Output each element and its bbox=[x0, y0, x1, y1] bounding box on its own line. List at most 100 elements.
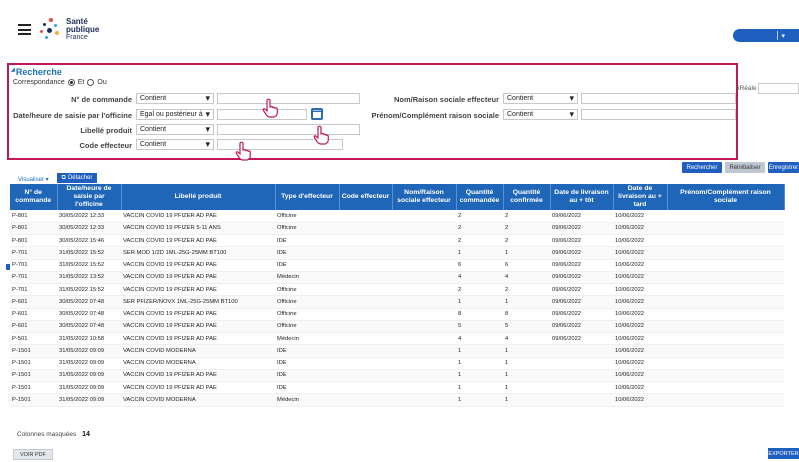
table-cell: 10/06/2022 bbox=[613, 259, 667, 272]
table-cell bbox=[339, 234, 392, 248]
colonnes-masquees-count[interactable]: 14 bbox=[82, 431, 90, 438]
table-cell: 09/06/2022 bbox=[550, 222, 613, 236]
table-cell: VACCIN COVID 19 PFIZER AD PAE bbox=[121, 308, 275, 321]
input-prenom-complement[interactable] bbox=[581, 109, 736, 120]
table-row[interactable]: P-1501 31/05/2022 09:09 VACCIN COVID MODER… bbox=[10, 393, 784, 407]
table-cell: 09/06/2022 bbox=[550, 283, 613, 297]
right-fragment-label: éRéale bbox=[736, 85, 757, 92]
detacher-button[interactable]: ⧉ Détacher bbox=[57, 173, 97, 183]
table-cell bbox=[667, 393, 784, 407]
operator-libelle-produit[interactable]: Contient bbox=[136, 124, 214, 135]
operator-nom-raison-sociale[interactable]: Contient bbox=[503, 93, 578, 104]
table-cell: 10/06/2022 bbox=[613, 320, 667, 334]
radio-ou-label: Ou bbox=[97, 79, 107, 86]
column-header[interactable]: Prénom/Complément raison sociale bbox=[667, 184, 785, 210]
table-row[interactable]: P-501 31/05/2022 10:58 VACCIN COVID 19 PFI… bbox=[10, 332, 784, 346]
table-row[interactable]: P-801 30/05/2022 12:33 VACCIN COVID 19 PFI… bbox=[10, 210, 784, 223]
table-cell bbox=[392, 357, 456, 370]
operator-prenom-complement[interactable]: Contient bbox=[503, 109, 578, 120]
column-header[interactable]: N° de commande bbox=[10, 184, 58, 210]
radio-et-label: Et bbox=[77, 79, 85, 86]
table-row[interactable]: P-1501 31/05/2022 09:09 VACCIN COVID 19 PF… bbox=[10, 369, 784, 383]
table-cell bbox=[392, 271, 456, 285]
input-numero-commande[interactable] bbox=[217, 93, 360, 104]
table-cell: 09/06/2022 bbox=[550, 246, 613, 260]
results-table: N° de commande Date/heure de saisie par l… bbox=[10, 184, 785, 407]
input-nom-raison-sociale[interactable] bbox=[581, 93, 736, 104]
column-header[interactable]: Quantité commandée bbox=[456, 184, 504, 210]
column-header[interactable]: Date de livraison au + tard bbox=[613, 184, 668, 210]
table-cell: P-601 bbox=[10, 308, 57, 321]
table-cell bbox=[392, 320, 456, 334]
table-cell: P-1501 bbox=[10, 381, 57, 395]
logo-dots-icon bbox=[40, 18, 62, 42]
table-cell bbox=[339, 246, 392, 260]
calendar-icon[interactable] bbox=[311, 108, 323, 120]
table-cell bbox=[339, 393, 392, 407]
table-row[interactable]: P-1501 31/05/2022 09:09 VACCIN COVID MODER… bbox=[10, 357, 784, 370]
column-header[interactable]: Quantité confirmée bbox=[503, 184, 551, 210]
table-cell bbox=[339, 210, 392, 223]
table-row[interactable]: P-701 31/05/2022 15:52 VACCIN COVID 19 PFI… bbox=[10, 259, 784, 272]
table-row[interactable]: P-701 31/05/2022 15:52 SER MOD 1/2D 1ML-25… bbox=[10, 246, 784, 260]
table-cell: P-1501 bbox=[10, 393, 57, 407]
operator-numero-commande[interactable]: Contient bbox=[136, 93, 214, 104]
search-panel-title[interactable]: Recherche bbox=[11, 67, 62, 77]
table-cell bbox=[392, 332, 456, 346]
table-cell: 5 bbox=[503, 320, 550, 334]
table-row[interactable]: P-701 31/05/2022 15:52 VACCIN COVID 19 PFI… bbox=[10, 283, 784, 297]
table-cell bbox=[339, 295, 392, 309]
table-row[interactable]: P-701 31/05/2022 13:52 VACCIN COVID 19 PFI… bbox=[10, 271, 784, 285]
table-cell: 2 bbox=[456, 234, 503, 248]
column-header[interactable]: Date de livraison au + tôt bbox=[550, 184, 614, 210]
table-row[interactable]: P-801 30/05/2022 15:46 VACCIN COVID 19 PFI… bbox=[10, 234, 784, 248]
table-cell bbox=[392, 259, 456, 272]
table-cell bbox=[667, 295, 784, 309]
input-libelle-produit[interactable] bbox=[217, 124, 360, 135]
table-cell bbox=[667, 234, 784, 248]
operator-date-saisie[interactable]: Egal ou postérieur à bbox=[136, 109, 214, 120]
column-header[interactable]: Type d'effecteur bbox=[275, 184, 340, 210]
table-cell bbox=[392, 344, 456, 358]
table-cell: 10/06/2022 bbox=[613, 234, 667, 248]
column-header[interactable]: Code effecteur bbox=[339, 184, 393, 210]
logo-line2: publique bbox=[66, 25, 100, 34]
table-cell: 5 bbox=[456, 320, 503, 334]
table-cell bbox=[667, 283, 784, 297]
voir-pdf-button[interactable]: VOIR PDF bbox=[13, 449, 53, 460]
table-cell: 31/05/2022 10:58 bbox=[57, 332, 121, 346]
exporter-button[interactable]: EXPORTER bbox=[768, 448, 799, 459]
hand-pointer-icon bbox=[235, 141, 251, 161]
table-row[interactable]: P-601 30/05/2022 07:48 VACCIN COVID 19 PFI… bbox=[10, 308, 784, 321]
table-cell: 10/06/2022 bbox=[613, 271, 667, 285]
table-row[interactable]: P-1501 31/05/2022 09:09 VACCIN COVID MODER… bbox=[10, 344, 784, 358]
table-cell: 10/06/2022 bbox=[613, 344, 667, 358]
table-cell: 30/05/2022 07:48 bbox=[57, 295, 121, 309]
table-cell: 09/06/2022 bbox=[550, 271, 613, 285]
operator-code-effecteur[interactable]: Contient bbox=[136, 139, 214, 150]
rechercher-button[interactable]: Rechercher bbox=[682, 162, 722, 173]
table-cell: 31/05/2022 13:52 bbox=[57, 271, 121, 285]
table-cell: 31/05/2022 09:09 bbox=[57, 357, 121, 370]
radio-et[interactable] bbox=[67, 79, 75, 86]
match-mode-row: Correspondance Et Ou bbox=[13, 79, 107, 86]
reinitialiser-button[interactable]: Réinitialiser bbox=[725, 162, 765, 173]
table-row[interactable]: P-601 30/05/2022 07:48 VACCIN COVID 19 PFI… bbox=[10, 320, 784, 334]
enregistrer-button[interactable]: Enregistrer bbox=[768, 162, 799, 173]
table-row[interactable]: P-1501 31/05/2022 09:09 VACCIN COVID 19 PF… bbox=[10, 381, 784, 395]
user-menu-button[interactable]: ▾ bbox=[733, 29, 799, 42]
table-cell: Officine bbox=[275, 308, 339, 321]
right-fragment-input[interactable] bbox=[758, 83, 799, 94]
table-cell: 31/05/2022 15:52 bbox=[57, 259, 121, 272]
table-cell bbox=[667, 320, 784, 334]
table-row[interactable]: P-601 30/05/2022 07:48 SER PFIZER/NOVX 1ML… bbox=[10, 295, 784, 309]
column-header[interactable]: Libellé produit bbox=[121, 184, 276, 210]
column-header[interactable]: Date/heure de saisie par l'officine bbox=[57, 184, 122, 210]
table-row[interactable]: P-801 30/05/2022 12:33 VACCIN COVID 19 PFI… bbox=[10, 222, 784, 236]
menu-hamburger-icon[interactable] bbox=[18, 24, 31, 35]
visualiser-dropdown[interactable]: Visualiser ▾ bbox=[18, 176, 49, 183]
table-cell bbox=[550, 393, 613, 407]
sante-publique-france-logo: Santé publique France bbox=[40, 18, 99, 42]
radio-ou[interactable] bbox=[87, 79, 95, 86]
column-header[interactable]: Nom/Raison sociale effecteur bbox=[392, 184, 457, 210]
